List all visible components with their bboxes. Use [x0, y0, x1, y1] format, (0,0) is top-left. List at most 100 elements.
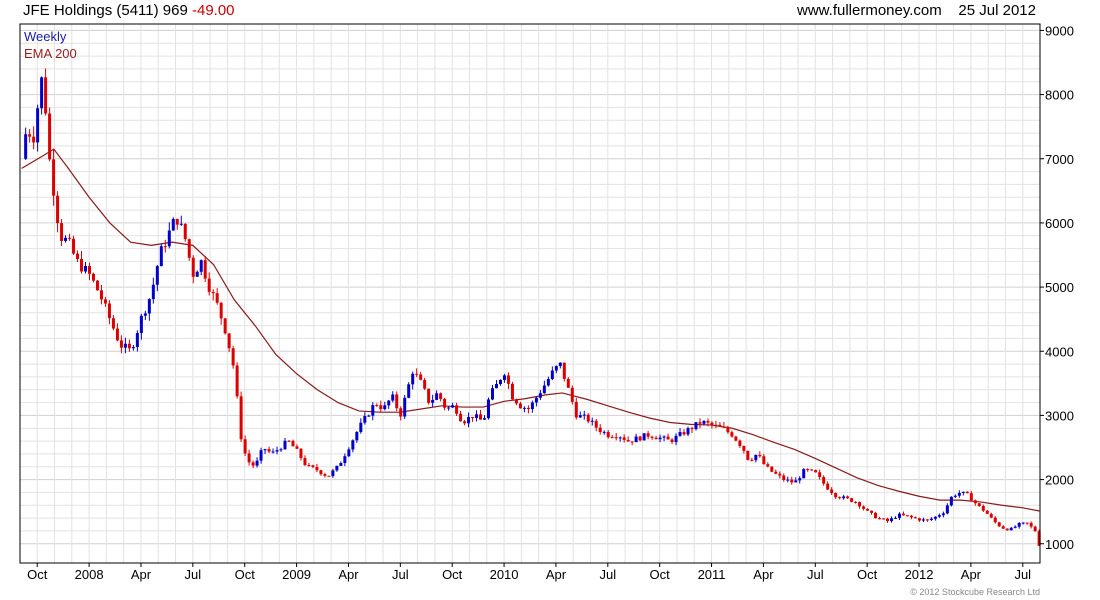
candle-body [95, 280, 99, 291]
candle-body [925, 519, 929, 521]
candle-body [319, 470, 323, 475]
candle-body [455, 405, 459, 414]
candle-body [87, 266, 91, 274]
candle-body [670, 439, 674, 443]
candle-body [72, 238, 76, 254]
candle-body [275, 450, 279, 452]
candle-body [714, 424, 718, 426]
candle-body [770, 466, 774, 472]
x-tick-label: Apr [546, 567, 567, 582]
candle-body [351, 440, 355, 450]
candle-body [706, 421, 710, 423]
candle-body [750, 459, 754, 461]
candle-body [1029, 522, 1033, 527]
x-tick-label: Oct [442, 567, 463, 582]
y-tick-label: 5000 [1045, 280, 1074, 295]
candle-body [890, 518, 894, 522]
y-tick-label: 2000 [1045, 473, 1074, 488]
candle-body [215, 293, 219, 303]
x-tick-label: Apr [961, 567, 982, 582]
candle-body [818, 472, 822, 478]
candle-body [327, 475, 331, 477]
candle-body [522, 407, 526, 409]
y-axis-ticks: 1000 2000 3000 4000 5000 6000 7000 8000 9000 [1040, 23, 1074, 552]
candle-body [479, 414, 483, 420]
candle-body [666, 436, 670, 440]
x-tick-label: Jul [599, 567, 616, 582]
candle-body [40, 77, 44, 109]
candle-body [375, 405, 379, 407]
candle-body [526, 407, 530, 410]
candle-body [642, 433, 646, 441]
copyright-text: © 2012 Stockcube Research Ltd [910, 587, 1040, 597]
candle-body [870, 510, 874, 513]
candle-body [566, 378, 570, 388]
candle-body [630, 441, 634, 443]
candle-body [143, 313, 147, 316]
plot-frame [19, 23, 1041, 564]
candle-body [921, 519, 925, 521]
candle-body [159, 246, 163, 267]
candle-body [866, 508, 870, 511]
candle-body [99, 290, 103, 300]
candle-body [427, 388, 431, 403]
candle-body [802, 469, 806, 479]
candle-body [1021, 522, 1025, 524]
candle-body [594, 420, 598, 428]
candle-body [68, 237, 72, 239]
candle-body [738, 440, 742, 446]
y-tick-label: 1000 [1045, 537, 1074, 552]
candle-body [806, 469, 810, 471]
candle-body [945, 505, 949, 514]
candle-body [742, 445, 746, 451]
candle-body [227, 333, 231, 349]
y-tick-label: 4000 [1045, 344, 1074, 359]
candle-body [562, 362, 566, 379]
candle-body [961, 491, 965, 494]
candle-body [463, 421, 467, 424]
candle-body [826, 483, 830, 490]
ema-200-path [21, 148, 1040, 512]
candle-body [395, 394, 399, 409]
candle-body [407, 384, 411, 398]
candle-body [299, 448, 303, 459]
candle-body [403, 397, 407, 417]
candle-body [323, 474, 327, 476]
candle-body [965, 491, 969, 494]
candle-body [52, 159, 56, 196]
candle-body [878, 518, 882, 520]
candle-body [347, 449, 351, 457]
candle-body [1005, 528, 1009, 531]
candle-body [175, 218, 179, 225]
candle-body [431, 399, 435, 403]
candle-body [251, 462, 255, 466]
candle-body [171, 218, 175, 231]
candle-body [590, 420, 594, 422]
candle-body [147, 299, 151, 314]
candle-body [538, 393, 542, 398]
candle-body [558, 362, 562, 367]
candle-body [654, 437, 658, 440]
candle-body [167, 230, 171, 247]
candle-body [139, 315, 143, 334]
candle-body [383, 405, 387, 410]
candle-body [391, 394, 395, 401]
candle-body [690, 428, 694, 430]
candle-body [957, 493, 961, 496]
candle-body [487, 399, 491, 419]
candle-body [638, 436, 642, 441]
candle-body [917, 518, 921, 521]
ema-200-line [21, 148, 1040, 512]
x-tick-label: Apr [338, 567, 359, 582]
candle-body [315, 466, 319, 471]
candle-body [662, 436, 666, 438]
candle-body [1033, 526, 1037, 532]
candle-body [574, 401, 578, 418]
candle-body [271, 451, 275, 453]
candle-body [311, 465, 315, 467]
candle-body [475, 414, 479, 418]
x-tick-label: Oct [235, 567, 256, 582]
y-tick-label: 9000 [1045, 23, 1074, 38]
candle-body [810, 469, 814, 471]
candle-body [423, 379, 427, 389]
